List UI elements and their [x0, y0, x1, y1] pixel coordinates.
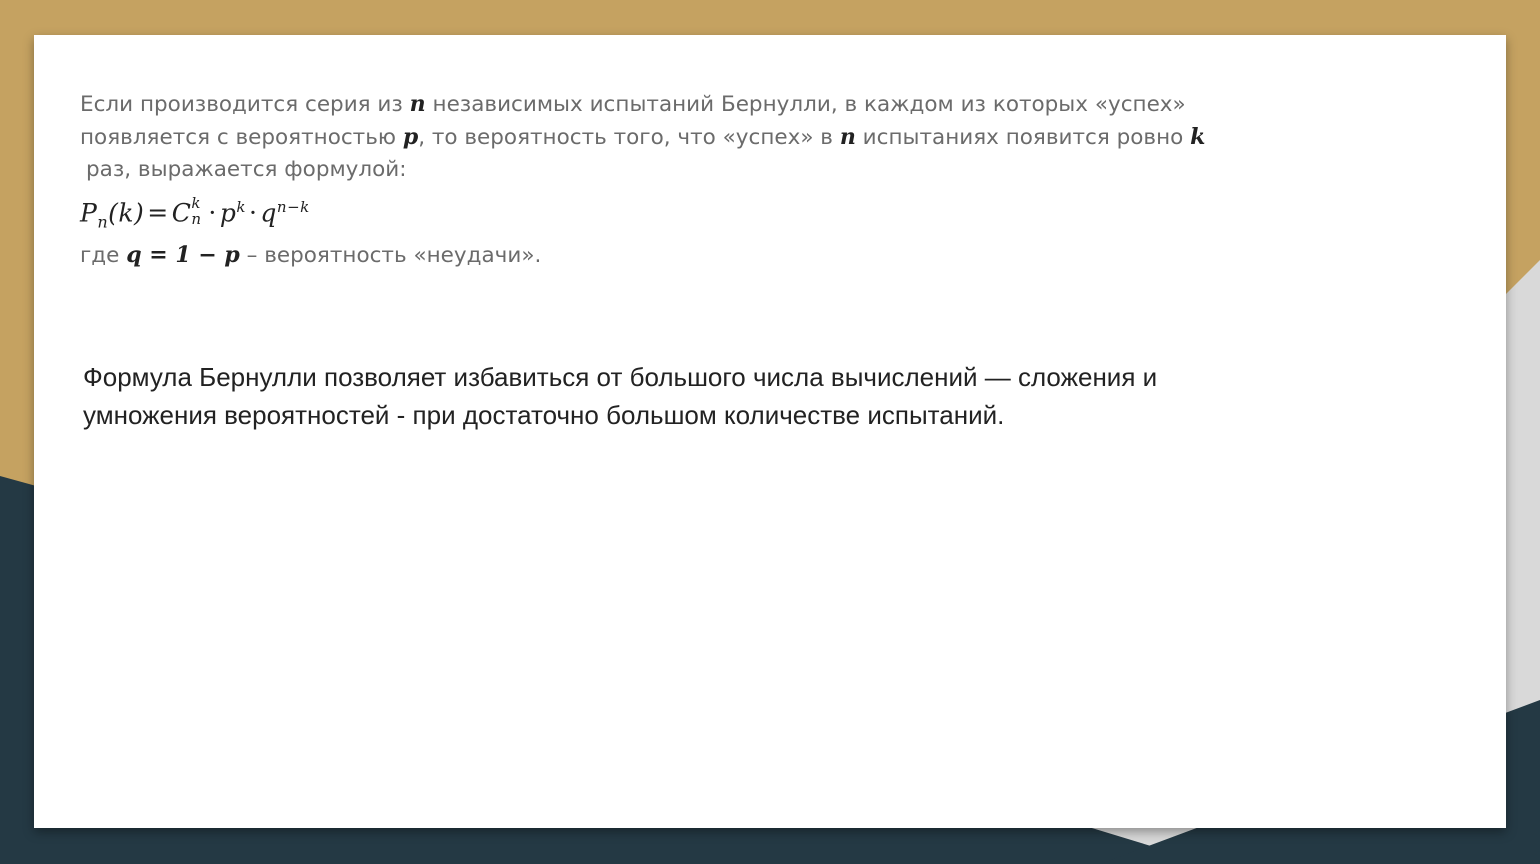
note-paragraph: Формула Бернулли позволяет избавиться от…: [83, 362, 1158, 430]
formula-C-subscript: n: [191, 209, 202, 228]
text-segment: , то вероятность того, что «успех» в: [418, 125, 840, 150]
text-segment: независимых испытаний Бернулли, в каждом…: [425, 92, 1186, 117]
definition-line-3: раз, выражается формулой:: [86, 157, 407, 182]
definition-line-1: Если производится серия из n независимых…: [80, 88, 1320, 121]
variable-n: n: [409, 91, 426, 117]
text-segment: Если производится серия из: [80, 92, 410, 117]
variable-k: k: [1190, 124, 1206, 150]
definition-line-2: появляется с вероятностью p, то вероятно…: [80, 121, 1320, 154]
text-segment: появляется с вероятностью: [80, 125, 403, 150]
formula-C-indices: kn: [191, 194, 205, 230]
where-clause: где q = 1 − p – вероятность «неудачи».: [80, 242, 541, 268]
definition-text: Если производится серия из n независимых…: [80, 88, 1320, 186]
formula-equals: =: [147, 198, 169, 228]
where-prefix: где: [80, 243, 127, 268]
text-segment: испытаниях появится ровно: [855, 125, 1191, 150]
slide-canvas: Если производится серия из n независимых…: [34, 35, 1506, 828]
formula-C: C: [171, 198, 192, 228]
formula-P: P: [80, 198, 98, 228]
formula-q-superscript: n−k: [276, 198, 310, 216]
formula-dot: ·: [208, 198, 217, 228]
variable-p: p: [402, 124, 419, 150]
formula-P-subscript: n: [97, 212, 109, 232]
where-suffix: – вероятность «неудачи».: [239, 243, 542, 268]
formula-argument: (k): [108, 198, 145, 228]
formula-p: p: [219, 198, 237, 228]
formula-q: q: [260, 198, 277, 228]
bernoulli-formula: Pn(k) = Ck n · pk · qn−k: [80, 194, 310, 232]
where-expression: q = 1 − p: [126, 242, 240, 268]
formula-p-superscript: k: [236, 198, 246, 216]
formula-dot: ·: [248, 198, 258, 228]
variable-n: n: [839, 124, 856, 150]
